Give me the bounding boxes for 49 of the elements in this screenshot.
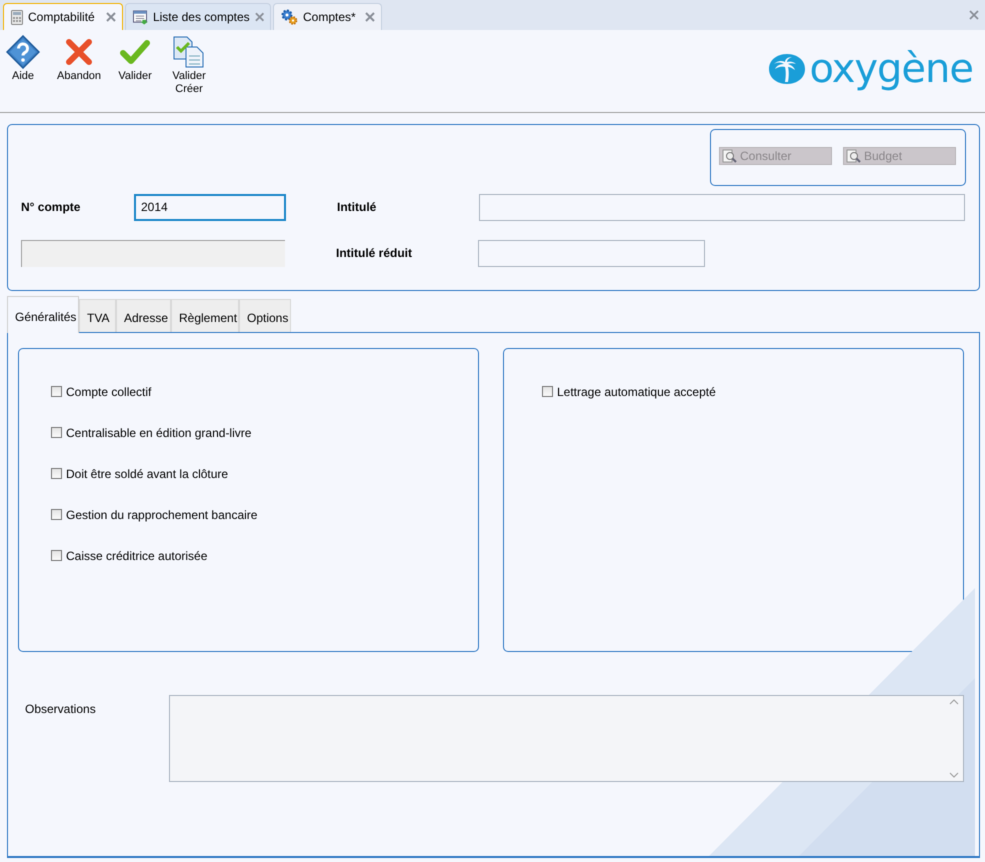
magnifier-icon [722,149,738,163]
scroll-up-icon[interactable] [949,699,959,705]
toolbar-button[interactable]: Valider [115,34,156,83]
title-field[interactable] [479,194,965,220]
magnifier-icon [846,149,862,163]
field-label: Intitulé [337,200,378,214]
list-window-icon [133,10,148,24]
cancel-icon [65,38,94,66]
checkbox[interactable] [51,509,62,520]
field-label: Observations [24,701,97,716]
checkbox[interactable] [51,550,62,561]
palm-tree-icon [767,52,808,86]
checkbox[interactable] [542,386,553,397]
checkbox[interactable] [51,468,62,479]
gears-icon [281,9,298,25]
checkbox[interactable] [51,386,62,397]
close-icon[interactable] [254,12,264,22]
document-tab[interactable]: Comptabilité [3,3,123,30]
close-icon[interactable] [365,12,375,22]
tab[interactable]: Règlement [171,299,239,332]
short-title-field[interactable] [478,240,705,266]
close-icon[interactable] [969,10,979,20]
checkbox-label: Caisse créditrice autorisée [66,548,208,562]
documents-check-icon [173,36,206,68]
toolbar-button[interactable]: Abandon [57,34,102,83]
checkbox-label: Lettrage automatique accepté [557,384,716,398]
close-icon[interactable] [106,12,116,22]
checkbox-label: Compte collectif [66,384,152,398]
brand-logo: oxygène [809,46,973,92]
checkbox-label: Doit être soldé avant la clôture [66,466,228,480]
checkbox[interactable] [51,427,62,438]
toolbar-button[interactable]: Aide [3,34,43,83]
tab[interactable]: Options [239,299,291,332]
checkmark-icon [120,39,150,65]
help-icon [6,35,40,69]
field-label: N° compte [21,200,82,214]
tab[interactable]: Adresse [116,299,171,332]
scroll-down-icon[interactable] [949,772,959,778]
tab[interactable]: TVA [79,299,116,332]
checkbox-label: Centralisable en édition grand-livre [66,426,252,440]
toolbar-button[interactable]: Valider Créer [169,34,210,96]
calculator-icon [11,10,23,24]
document-tab[interactable]: Comptes* [273,3,382,30]
account-number-field[interactable]: 2014 [134,194,286,220]
document-tab[interactable]: Liste des comptes [125,3,271,30]
tab[interactable]: Généralités [7,296,79,333]
field-label: Intitulé réduit [336,246,413,260]
checkbox-label: Gestion du rapprochement bancaire [66,508,258,522]
observations-field[interactable] [168,695,964,782]
